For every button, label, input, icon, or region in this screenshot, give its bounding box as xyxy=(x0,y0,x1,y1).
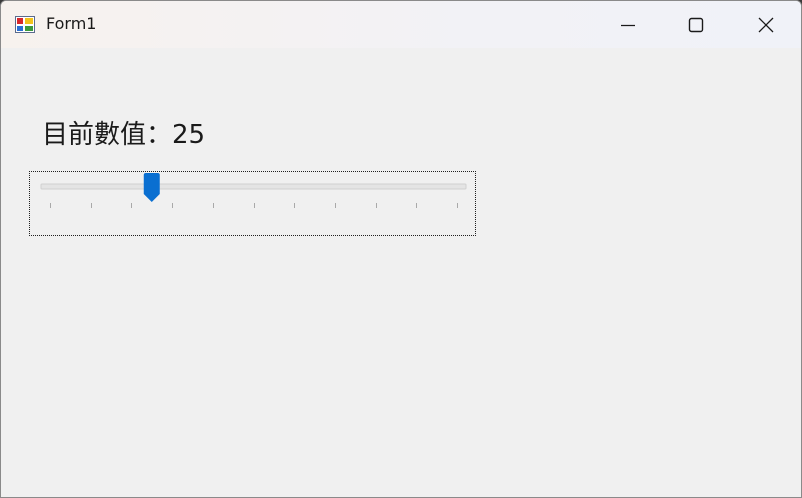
app-icon xyxy=(15,16,35,33)
minimize-icon xyxy=(621,24,635,26)
trackbar-channel xyxy=(40,183,467,190)
maximize-icon xyxy=(688,17,704,32)
maximize-button[interactable] xyxy=(673,1,719,48)
trackbar-graphic xyxy=(40,173,467,208)
title-bar[interactable]: Form1 xyxy=(1,1,801,48)
trackbar[interactable] xyxy=(29,171,476,236)
close-button[interactable] xyxy=(743,1,789,48)
window-title: Form1 xyxy=(46,14,97,33)
current-value-label: 目前數值：25 xyxy=(42,120,206,150)
minimize-button[interactable] xyxy=(605,1,651,48)
form1-window: Form1 目前數值：25 xyxy=(0,0,802,498)
trackbar-ticks xyxy=(50,203,458,208)
form-client-area: 目前數值：25 xyxy=(1,48,801,497)
trackbar-thumb[interactable] xyxy=(143,173,160,202)
close-icon xyxy=(758,17,774,32)
